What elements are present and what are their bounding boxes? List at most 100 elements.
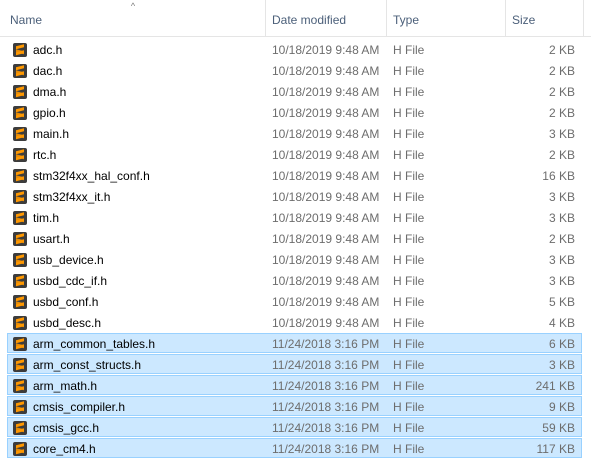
file-name[interactable]: cmsis_gcc.h [33,418,99,437]
sublime-text-file-icon [12,294,28,310]
file-size: 2 KB [548,106,575,120]
file-name[interactable]: usbd_conf.h [33,292,98,311]
header-divider [0,36,591,37]
file-date-modified: 10/18/2019 9:48 AM [272,232,380,246]
file-row[interactable]: dma.h 10/18/2019 9:48 AM H File 2 KB [7,81,582,101]
file-row[interactable]: usbd_cdc_if.h 10/18/2019 9:48 AM H File 3 K… [7,270,582,290]
file-name[interactable]: usbd_cdc_if.h [33,271,107,290]
file-name[interactable]: usb_device.h [33,250,104,269]
file-row[interactable]: stm32f4xx_it.h 10/18/2019 9:48 AM H File 3 … [7,186,582,206]
file-row[interactable]: stm32f4xx_hal_conf.h 10/18/2019 9:48 AM H … [7,165,582,185]
file-row[interactable]: cmsis_gcc.h 11/24/2018 3:16 PM H File 59 KB [7,417,582,437]
column-header-bar: ^ Name Date modified Type Size [0,0,591,37]
file-name[interactable]: adc.h [33,40,62,59]
sublime-text-file-icon [12,336,28,352]
sublime-text-file-icon [12,147,28,163]
file-type: H File [393,337,425,351]
file-name[interactable]: rtc.h [33,145,56,164]
file-row[interactable]: arm_const_structs.h 11/24/2018 3:16 PM H F… [7,354,582,374]
column-header-type[interactable]: Type [386,0,505,37]
file-type: H File [393,421,425,435]
file-type: H File [393,358,425,372]
file-name[interactable]: dac.h [33,61,62,80]
file-size: 3 KB [548,358,575,372]
sublime-text-file-icon [12,189,28,205]
file-type: H File [393,442,425,456]
file-date-modified: 11/24/2018 3:16 PM [272,379,380,393]
file-name[interactable]: stm32f4xx_it.h [33,187,110,206]
file-row[interactable]: main.h 10/18/2019 9:48 AM H File 3 KB [7,123,582,143]
file-date-modified: 10/18/2019 9:48 AM [272,64,380,78]
file-size: 6 KB [548,337,575,351]
file-date-modified: 11/24/2018 3:16 PM [272,421,380,435]
file-row[interactable]: cmsis_compiler.h 11/24/2018 3:16 PM H File… [7,396,582,416]
file-row[interactable]: gpio.h 10/18/2019 9:48 AM H File 2 KB [7,102,582,122]
file-size: 2 KB [548,148,575,162]
sublime-text-file-icon [12,252,28,268]
sublime-text-file-icon [12,441,28,457]
file-date-modified: 11/24/2018 3:16 PM [272,337,380,351]
file-date-modified: 10/18/2019 9:48 AM [272,274,380,288]
file-size: 59 KB [542,421,575,435]
file-type: H File [393,211,425,225]
file-name[interactable]: stm32f4xx_hal_conf.h [33,166,150,185]
file-name[interactable]: dma.h [33,82,66,101]
column-header-filler [583,0,591,37]
file-date-modified: 10/18/2019 9:48 AM [272,316,380,330]
file-row[interactable]: arm_common_tables.h 11/24/2018 3:16 PM H F… [7,333,582,353]
file-name[interactable]: arm_const_structs.h [33,355,141,374]
file-row[interactable]: core_cm4.h 11/24/2018 3:16 PM H File 117 KB [7,438,582,458]
file-type: H File [393,295,425,309]
file-size: 4 KB [548,316,575,330]
file-row[interactable]: rtc.h 10/18/2019 9:48 AM H File 2 KB [7,144,582,164]
file-date-modified: 10/18/2019 9:48 AM [272,295,380,309]
file-name[interactable]: tim.h [33,208,59,227]
file-date-modified: 10/18/2019 9:48 AM [272,85,380,99]
file-row[interactable]: arm_math.h 11/24/2018 3:16 PM H File 241 KB [7,375,582,395]
file-row[interactable]: usbd_conf.h 10/18/2019 9:48 AM H File 5 KB [7,291,582,311]
file-row[interactable]: dac.h 10/18/2019 9:48 AM H File 2 KB [7,60,582,80]
file-type: H File [393,316,425,330]
file-name[interactable]: core_cm4.h [33,439,96,458]
file-row[interactable]: usbd_desc.h 10/18/2019 9:48 AM H File 4 KB [7,312,582,332]
file-row[interactable]: usart.h 10/18/2019 9:48 AM H File 2 KB [7,228,582,248]
file-size: 3 KB [548,127,575,141]
file-type: H File [393,190,425,204]
sublime-text-file-icon [12,84,28,100]
file-name[interactable]: usart.h [33,229,70,248]
column-header-date-modified[interactable]: Date modified [265,0,386,37]
file-date-modified: 11/24/2018 3:16 PM [272,442,380,456]
file-name[interactable]: gpio.h [33,103,66,122]
file-date-modified: 10/18/2019 9:48 AM [272,253,380,267]
file-name[interactable]: arm_math.h [33,376,97,395]
file-type: H File [393,274,425,288]
file-name[interactable]: main.h [33,124,69,143]
file-row[interactable]: tim.h 10/18/2019 9:48 AM H File 3 KB [7,207,582,227]
file-name[interactable]: usbd_desc.h [33,313,101,332]
file-size: 9 KB [548,400,575,414]
file-size: 5 KB [548,295,575,309]
file-size: 117 KB [536,442,575,456]
column-header-size[interactable]: Size [505,0,583,37]
sublime-text-file-icon [12,168,28,184]
sublime-text-file-icon [12,63,28,79]
file-date-modified: 10/18/2019 9:48 AM [272,106,380,120]
column-header-name[interactable]: Name [0,0,265,37]
sublime-text-file-icon [12,420,28,436]
file-size: 3 KB [548,274,575,288]
file-date-modified: 10/18/2019 9:48 AM [272,127,380,141]
sublime-text-file-icon [12,210,28,226]
file-type: H File [393,127,425,141]
file-name[interactable]: arm_common_tables.h [33,334,155,353]
file-type: H File [393,85,425,99]
file-row[interactable]: adc.h 10/18/2019 9:48 AM H File 2 KB [7,39,582,59]
file-size: 2 KB [548,43,575,57]
sublime-text-file-icon [12,231,28,247]
sublime-text-file-icon [12,399,28,415]
file-name[interactable]: cmsis_compiler.h [33,397,125,416]
file-date-modified: 11/24/2018 3:16 PM [272,358,380,372]
file-row[interactable]: usb_device.h 10/18/2019 9:48 AM H File 3 KB [7,249,582,269]
sublime-text-file-icon [12,126,28,142]
file-size: 3 KB [548,253,575,267]
file-size: 3 KB [548,190,575,204]
